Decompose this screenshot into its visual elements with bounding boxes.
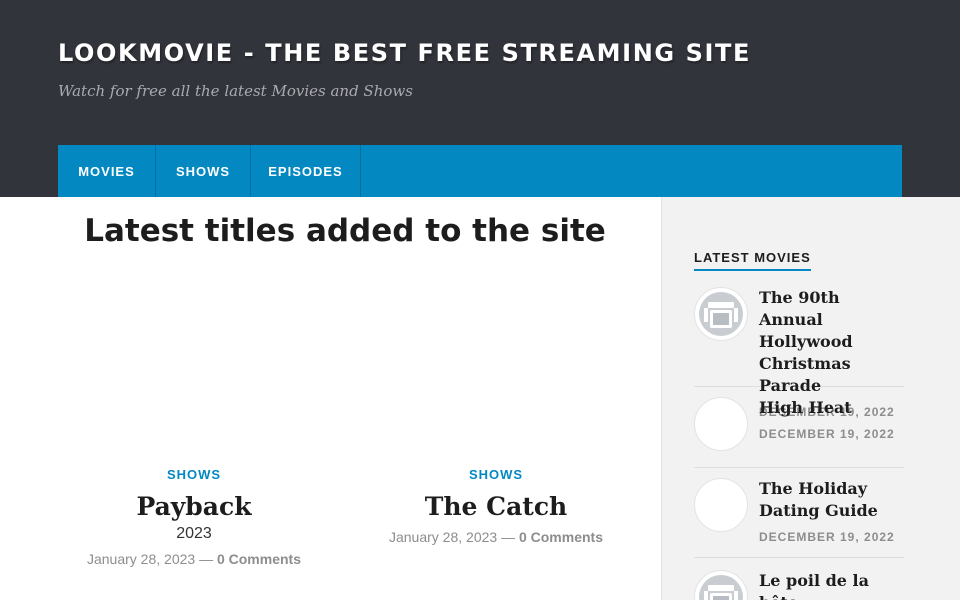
meta-separator: — bbox=[199, 551, 214, 567]
post-meta: January 28, 2023 — 0 Comments bbox=[356, 529, 636, 545]
sidebar-item: Le poil de la bête bbox=[694, 570, 904, 600]
sidebar-item: The Holiday Dating Guide DECEMBER 19, 20… bbox=[694, 478, 904, 558]
sidebar-item: The 90th Annual Hollywood Christmas Para… bbox=[694, 287, 904, 419]
post-date-link[interactable]: January 28, 2023 bbox=[389, 529, 497, 545]
main-navigation: MOVIES SHOWS EPISODES bbox=[58, 145, 902, 197]
widget-title: LATEST MOVIES bbox=[694, 250, 811, 271]
post-category-link[interactable]: SHOWS bbox=[54, 467, 334, 482]
site-tagline: Watch for free all the latest Movies and… bbox=[58, 82, 413, 100]
site-header: LOOKMOVIE - THE BEST FREE STREAMING SITE… bbox=[0, 0, 960, 197]
post-comments-link[interactable]: 0 Comments bbox=[217, 551, 301, 567]
post-meta: January 28, 2023 — 0 Comments bbox=[54, 551, 334, 567]
post-card: SHOWS Payback 2023 January 28, 2023 — 0 … bbox=[54, 467, 334, 567]
post-title-link[interactable]: The Catch bbox=[356, 492, 636, 521]
post-year: 2023 bbox=[176, 525, 212, 542]
meta-separator: — bbox=[501, 529, 516, 545]
nav-item-shows[interactable]: SHOWS bbox=[156, 145, 251, 197]
nav-item-movies[interactable]: MOVIES bbox=[58, 145, 156, 197]
sidebar: LATEST MOVIES The 90th Annual Hollywood … bbox=[661, 197, 960, 600]
site-title[interactable]: LOOKMOVIE - THE BEST FREE STREAMING SITE bbox=[58, 39, 751, 67]
post-title-link[interactable]: Payback bbox=[54, 492, 334, 521]
sidebar-item-title-link[interactable]: The 90th Annual Hollywood Christmas Para… bbox=[759, 287, 907, 397]
sidebar-item-title-link[interactable]: The Holiday Dating Guide bbox=[759, 478, 907, 522]
blank-thumbnail[interactable] bbox=[694, 397, 748, 451]
nav-item-episodes[interactable]: EPISODES bbox=[251, 145, 361, 197]
sidebar-item-title-link[interactable]: Le poil de la bête bbox=[759, 570, 907, 600]
sidebar-item-date: DECEMBER 19, 2022 bbox=[759, 530, 895, 544]
page-title: Latest titles added to the site bbox=[84, 213, 606, 249]
post-date-link[interactable]: January 28, 2023 bbox=[87, 551, 195, 567]
film-placeholder-icon[interactable] bbox=[694, 287, 748, 341]
post-category-link[interactable]: SHOWS bbox=[356, 467, 636, 482]
post-card: SHOWS The Catch January 28, 2023 — 0 Com… bbox=[356, 467, 636, 545]
sidebar-item: High Heat DECEMBER 19, 2022 bbox=[694, 397, 904, 468]
blank-thumbnail[interactable] bbox=[694, 478, 748, 532]
sidebar-item-title-link[interactable]: High Heat bbox=[759, 397, 907, 419]
film-placeholder-icon[interactable] bbox=[694, 570, 748, 600]
main-content: Latest titles added to the site SHOWS Pa… bbox=[0, 197, 661, 600]
post-comments-link[interactable]: 0 Comments bbox=[519, 529, 603, 545]
sidebar-item-date: DECEMBER 19, 2022 bbox=[759, 427, 895, 441]
